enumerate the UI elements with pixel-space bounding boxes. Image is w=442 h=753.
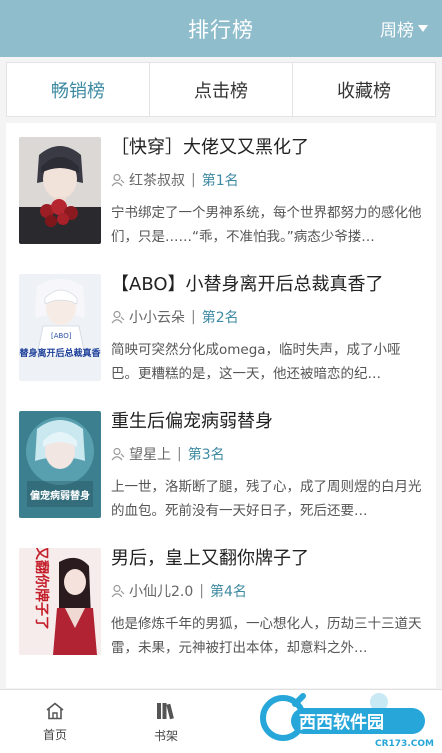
rank-label: 第3名 [187,447,225,463]
watermark-url: CR173.COM [375,739,434,749]
divider: | [191,172,196,188]
book-cover[interactable]: 又翻你牌子了 [19,548,101,655]
tab-clicks[interactable]: 点击榜 [150,63,293,116]
page-title: 排行榜 [188,17,254,42]
book-cover[interactable]: [ABO] 小替身离开后总裁真香了 [19,274,101,381]
book-description: 上一世，洛斯断了腿，残了心，成了周则煜的白月光的血包。死前没有一天好日子，死后还… [111,479,422,519]
period-label: 周榜 [380,21,414,41]
cover-title: 偏宠病弱替身 [30,489,90,502]
book-title[interactable]: 重生后偏宠病弱替身 [111,407,431,433]
book-list: ［快穿］大佬又又黑化了 红茶叔叔 | 第1名 宁书绑定了一个男神系统，每个世界都… [6,123,436,688]
author-name: 小仙儿2.0 [129,584,194,600]
divider: | [177,446,182,462]
caret-down-icon [418,25,428,32]
book-cover[interactable] [19,137,101,244]
nav-bookshelf[interactable]: 书架 [126,690,206,753]
book-item[interactable]: 偏宠病弱替身 重生后偏宠病弱替身 望星上 | 第3名 上一世，洛斯断了腿，残了心… [6,397,436,534]
book-item[interactable]: ［快穿］大佬又又黑化了 红茶叔叔 | 第1名 宁书绑定了一个男神系统，每个世界都… [6,123,436,260]
book-title[interactable]: 男后，皇上又翻你牌子了 [111,544,431,570]
cover-title: 又翻你牌子了 [33,548,50,630]
book-item[interactable]: [ABO] 小替身离开后总裁真香了 【ABO】小替身离开后总裁真香了 小小云朵 … [6,260,436,397]
author-icon [111,310,125,324]
author-icon [111,447,125,461]
rank-label: 第1名 [201,173,239,189]
home-icon [46,702,64,719]
book-title[interactable]: ［快穿］大佬又又黑化了 [111,133,431,159]
top-bar: 排行榜 周榜 [0,0,442,57]
tab-bestseller[interactable]: 畅销榜 [7,63,150,116]
book-meta: 小小云朵 | 第2名 [111,307,239,327]
watermark-logo: 西西软件园 CR173.COM [255,690,435,752]
nav-bookshelf-label: 书架 [153,728,178,743]
ranking-tabs: 畅销榜 点击榜 收藏榜 [6,62,436,117]
author-name: 小小云朵 [129,310,185,326]
author-icon [111,584,125,598]
bookshelf-icon [157,702,174,719]
divider: | [199,583,204,599]
divider: | [191,309,196,325]
cover-title: 小替身离开后总裁真香了 [19,347,101,359]
book-meta: 望星上 | 第3名 [111,444,225,464]
book-description: 简映可突然分化成omega，临时失声，成了小哑巴。更糟糕的是，这一天，他还被暗恋… [111,342,401,382]
period-selector[interactable]: 周榜 [380,0,428,57]
book-description: 他是修炼千年的男狐，一心想化人，历劫三十三道天雷，未果，元神被打出本体，却意料之… [111,616,422,656]
book-cover[interactable]: 偏宠病弱替身 [19,411,101,518]
nav-home-label: 首页 [42,727,67,742]
book-meta: 小仙儿2.0 | 第4名 [111,581,247,601]
author-icon [111,173,125,187]
cover-tag: [ABO] [51,332,72,340]
author-name: 望星上 [129,447,171,463]
book-item[interactable]: 又翻你牌子了 男后，皇上又翻你牌子了 小仙儿2.0 | 第4名 他是修炼千年的男… [6,534,436,671]
tab-favorites[interactable]: 收藏榜 [293,63,435,116]
book-description: 宁书绑定了一个男神系统，每个世界都努力的感化他们，只是……“乖，不准怕我。”病态… [111,205,422,245]
watermark-text: 西西软件园 [299,712,384,733]
rank-label: 第2名 [201,310,239,326]
book-title[interactable]: 【ABO】小替身离开后总裁真香了 [111,270,431,296]
nav-home[interactable]: 首页 [15,690,95,753]
author-name: 红茶叔叔 [129,173,185,189]
rank-label: 第4名 [209,584,247,600]
book-meta: 红茶叔叔 | 第1名 [111,170,239,190]
